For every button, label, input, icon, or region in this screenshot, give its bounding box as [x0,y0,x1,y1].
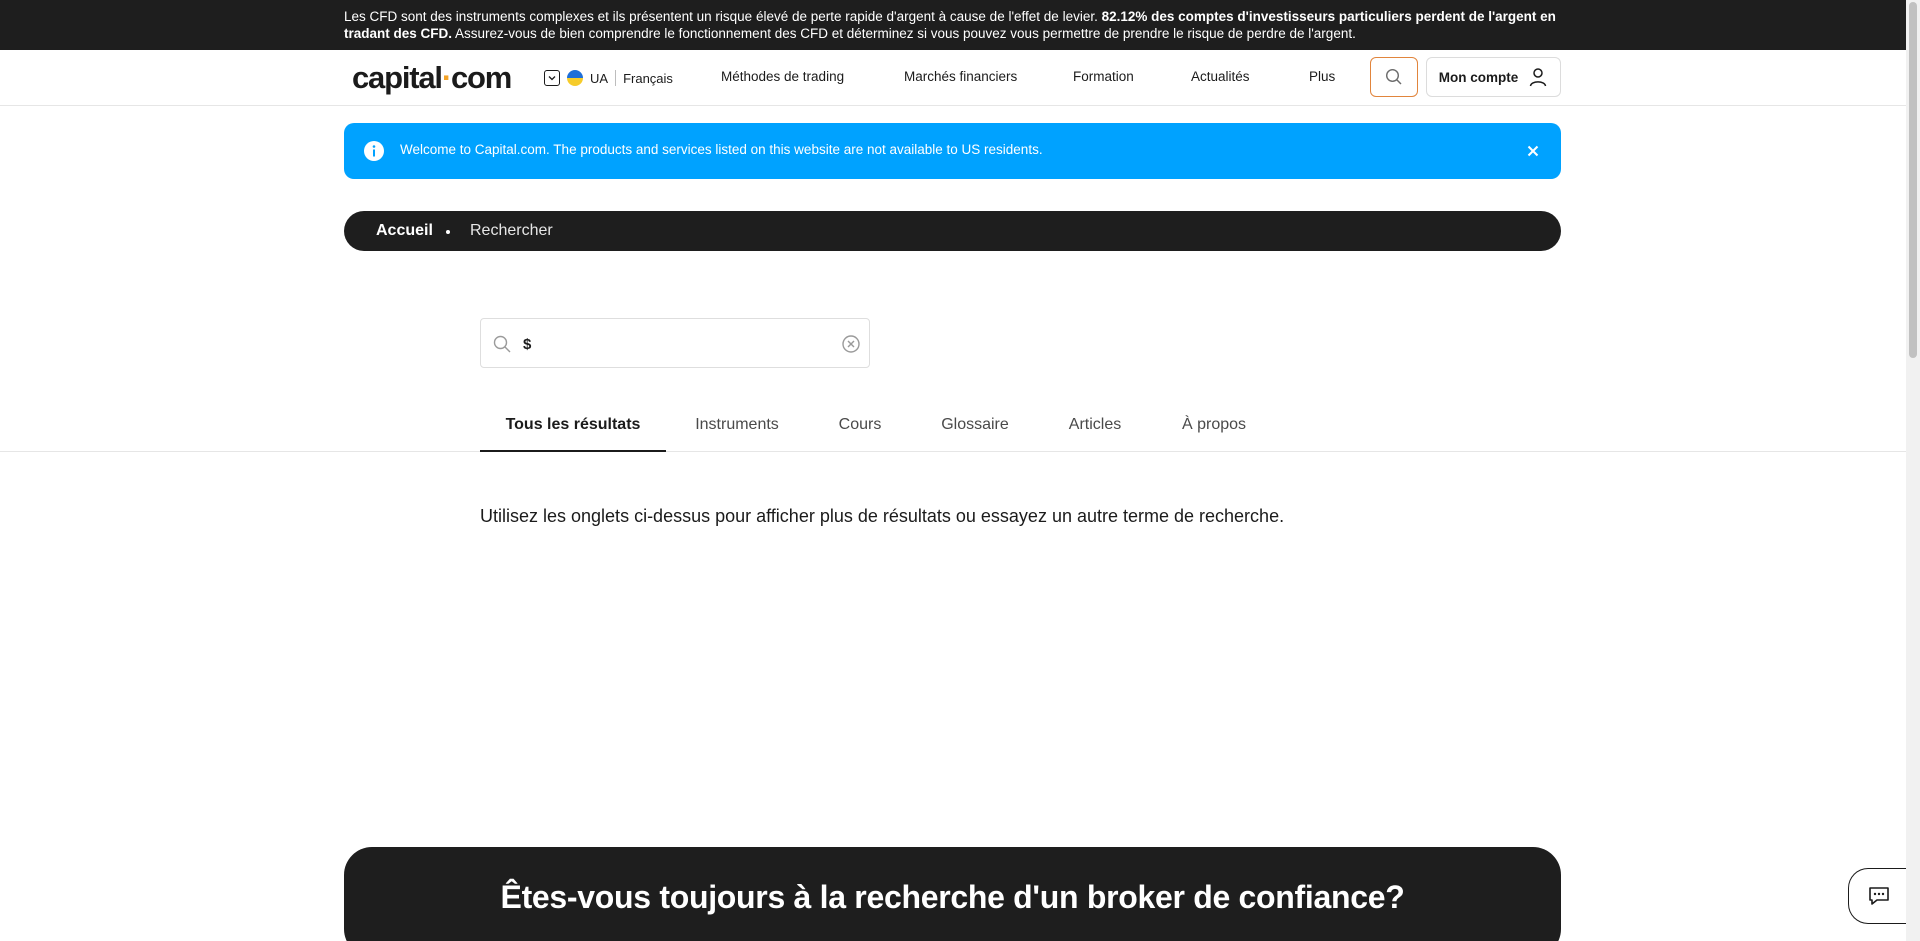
info-icon [364,141,384,161]
account-label: Mon compte [1438,69,1519,85]
nav-news[interactable]: Actualités [1191,69,1250,84]
search-box [480,318,870,368]
nav-financial-markets[interactable]: Marchés financiers [904,69,1017,84]
risk-warning-part2: Assurez-vous de bien comprendre le fonct… [452,26,1356,41]
ukraine-flag-icon [567,70,583,86]
logo[interactable]: capital·com [352,60,512,96]
chat-icon [1868,887,1889,905]
nav-more[interactable]: Plus [1309,69,1335,84]
user-icon [1530,68,1547,87]
region-selector[interactable]: UA Français [544,68,673,88]
region-code: UA [590,70,609,86]
chevron-down-icon[interactable] [544,70,560,86]
cta-title: Êtes-vous toujours à la recherche d'un b… [500,879,1405,915]
tab-courses[interactable]: Cours [832,416,888,452]
info-banner: Welcome to Capital.com. The products and… [344,123,1561,179]
search-hint-text: Utilisez les onglets ci-dessus pour affi… [480,506,1285,526]
breadcrumb: Accueil Rechercher [344,211,1561,251]
risk-warning-part1: Les CFD sont des instruments complexes e… [344,9,1102,24]
tab-all-results[interactable]: Tous les résultats [480,416,666,452]
account-button[interactable]: Mon compte [1426,57,1561,97]
chat-widget-button[interactable] [1848,868,1908,924]
close-icon[interactable] [1525,143,1541,159]
page: Les CFD sont des instruments complexes e… [0,0,1920,941]
logo-dot: · [441,60,452,95]
broker-cta-block: Êtes-vous toujours à la recherche d'un b… [344,847,1561,941]
tab-glossary[interactable]: Glossaire [934,416,1016,452]
risk-warning-text: Les CFD sont des instruments complexes e… [344,8,1564,42]
risk-warning-bar: Les CFD sont des instruments complexes e… [0,0,1906,50]
region-divider [615,70,617,86]
breadcrumb-current: Rechercher [470,222,553,239]
nav-education[interactable]: Formation [1073,69,1134,84]
search-icon [493,335,511,353]
breadcrumb-separator [446,230,450,234]
logo-end: com [450,60,512,95]
search-input[interactable] [521,331,821,357]
header-search-button[interactable] [1370,57,1418,97]
breadcrumb-home[interactable]: Accueil [376,222,433,240]
tab-about[interactable]: À propos [1176,416,1252,452]
page-scrollbar[interactable] [1906,0,1920,941]
tab-articles[interactable]: Articles [1062,416,1128,452]
logo-main: capital [352,60,443,95]
nav-trading-methods[interactable]: Méthodes de trading [721,69,844,84]
scrollbar-thumb[interactable] [1909,2,1917,358]
tab-instruments[interactable]: Instruments [686,416,788,452]
search-icon [1385,68,1402,85]
info-banner-text: Welcome to Capital.com. The products and… [400,142,1043,157]
site-header: capital·com UA Français Méthodes de trad… [0,50,1906,106]
language-label[interactable]: Français [623,71,673,86]
clear-icon[interactable] [842,335,860,353]
